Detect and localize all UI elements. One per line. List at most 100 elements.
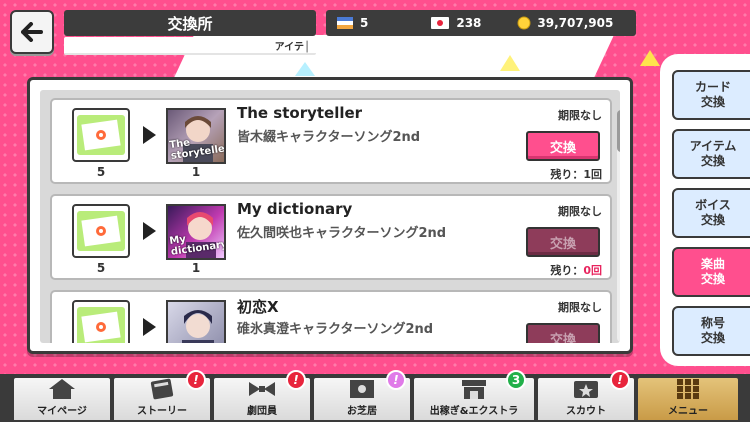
remaining-count: 残り：1回: [550, 166, 602, 182]
page-subtitle: アイテ│: [64, 37, 316, 55]
tab-label: 交換: [700, 154, 725, 168]
ticket-icon: [77, 211, 125, 251]
bowtie-icon: [249, 382, 275, 396]
nav-scout[interactable]: スカウト !: [536, 370, 636, 422]
tab-label: ボイス: [695, 198, 731, 212]
song-jacket: [166, 300, 226, 343]
remaining-label: 残り：: [550, 168, 584, 181]
ticket-icon: [337, 17, 353, 29]
notification-badge: !: [186, 370, 206, 390]
scrollbar-thumb[interactable]: [617, 110, 620, 152]
page-subtitle-text: アイテ│: [274, 41, 310, 53]
cost-ticket: [72, 108, 130, 162]
tab-label: 交換: [700, 272, 725, 286]
notification-badge: 3: [506, 370, 526, 390]
book-icon: [150, 378, 174, 400]
song-subtitle: 皆木綴キャラクターソング2nd: [237, 130, 421, 145]
nav-label: 劇団員: [247, 406, 277, 417]
nav-mypage[interactable]: マイページ: [12, 376, 112, 422]
menu-grid-icon: [677, 379, 699, 399]
tab-label: アイテム: [689, 139, 737, 153]
period-label: 期限なし: [558, 205, 602, 218]
nav-story[interactable]: ストーリー !: [112, 370, 212, 422]
song-subtitle: 碓氷真澄キャラクターソング2nd: [237, 322, 434, 337]
back-arrow-icon: [21, 22, 43, 42]
song-jacket: My dictionary: [166, 204, 226, 260]
cost-count: 5: [96, 261, 106, 275]
notification-badge: !: [610, 370, 630, 390]
nav-label: スカウト: [566, 406, 606, 417]
nav-menu[interactable]: メニュー: [636, 376, 740, 422]
tab-voice-exchange[interactable]: ボイス 交換: [672, 188, 750, 238]
remaining-value: 0回: [583, 264, 602, 277]
scrollbar[interactable]: [617, 110, 620, 342]
nav-label: マイページ: [37, 406, 87, 417]
coin-currency: 39,707,905: [517, 16, 613, 30]
tab-label: 交換: [700, 95, 725, 109]
card-count: 238: [456, 16, 482, 30]
song-subtitle: 佐久間咲也キャラクターソング2nd: [237, 226, 447, 241]
tab-item-exchange[interactable]: アイテム 交換: [672, 129, 750, 179]
tab-label: 楽曲: [700, 257, 725, 271]
song-title: The storyteller: [237, 104, 363, 122]
background-triangle: [500, 55, 520, 71]
nav-play[interactable]: お芝居 !: [312, 370, 412, 422]
tab-label: 交換: [700, 213, 725, 227]
arrow-right-icon: [143, 126, 156, 144]
exchange-list[interactable]: 5 The storyteller 1 The storyteller 皆木綴キ…: [40, 90, 620, 343]
exchange-button-disabled[interactable]: 交換: [526, 227, 600, 257]
card-icon: [431, 17, 450, 29]
tab-title-exchange[interactable]: 称号 交換: [672, 306, 750, 356]
nav-label: ストーリー: [137, 406, 187, 417]
ticket-count: 5: [360, 16, 369, 30]
nav-label: メニュー: [668, 406, 708, 417]
tab-card-exchange[interactable]: カード 交換: [672, 70, 750, 120]
remaining-count: 残り：0回: [550, 262, 602, 278]
shop-icon: [462, 380, 486, 399]
exchange-button[interactable]: 交換: [526, 131, 600, 161]
background-triangle: [295, 62, 315, 76]
remaining-value: 1回: [583, 168, 602, 181]
song-title: My dictionary: [237, 200, 353, 218]
ticket-icon: [77, 307, 125, 343]
cost-ticket: [72, 204, 130, 258]
page-title: 交換所: [64, 10, 316, 36]
ticket-icon: [77, 115, 125, 155]
nav-work-extra[interactable]: 出稼ぎ&エクストラ 3: [412, 370, 536, 422]
currency-bar: 5 238 39,707,905: [326, 10, 636, 36]
arrow-right-icon: [143, 222, 156, 240]
exchange-panel: 5 The storyteller 1 The storyteller 皆木綴キ…: [27, 77, 633, 354]
remaining-label: 残り：: [550, 264, 584, 277]
coin-count: 39,707,905: [537, 16, 614, 30]
period-label: 期限なし: [558, 301, 602, 314]
nav-label: 出稼ぎ&エクストラ: [429, 406, 519, 417]
list-item: 5 The storyteller 1 The storyteller 皆木綴キ…: [50, 98, 612, 184]
cost-ticket: [72, 300, 130, 343]
notification-badge: !: [286, 370, 306, 390]
tab-label: 称号: [700, 316, 725, 330]
tab-song-exchange[interactable]: 楽曲 交換: [672, 247, 750, 297]
notification-badge: !: [386, 370, 406, 390]
ticket-currency: 5: [336, 16, 368, 30]
tab-label: カード: [694, 80, 731, 94]
reward-count: 1: [191, 165, 201, 179]
song-jacket: The storyteller: [166, 108, 226, 164]
list-item: 5 1 初恋X 碓氷真澄キャラクターソング2nd 期限なし 交換: [50, 290, 612, 343]
cost-count: 5: [96, 165, 106, 179]
card-currency: 238: [430, 16, 481, 30]
list-item: 5 My dictionary 1 My dictionary 佐久間咲也キャラ…: [50, 194, 612, 280]
scout-icon: [574, 381, 598, 398]
period-label: 期限なし: [558, 109, 602, 122]
reward-count: 1: [191, 261, 201, 275]
background-triangle: [640, 50, 660, 66]
arrow-right-icon: [143, 318, 156, 336]
coin-icon: [517, 16, 531, 30]
nav-label: お芝居: [347, 406, 377, 417]
nav-troupe[interactable]: 劇団員 !: [212, 370, 312, 422]
character-portrait: [182, 310, 214, 343]
home-icon: [49, 379, 75, 399]
stage-icon: [350, 380, 374, 398]
tab-label: 交換: [700, 331, 725, 345]
back-button[interactable]: [10, 10, 54, 54]
exchange-button-disabled[interactable]: 交換: [526, 323, 600, 343]
